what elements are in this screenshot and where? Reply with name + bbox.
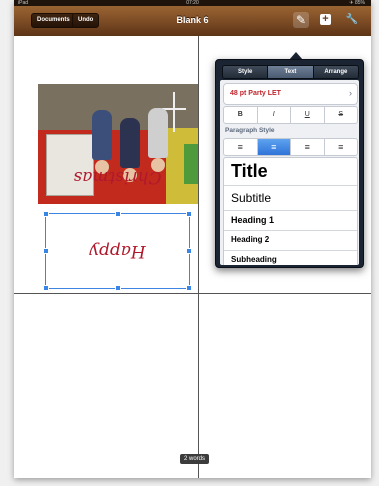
align-left-icon[interactable]: ≡ (224, 139, 258, 155)
wrench-icon[interactable]: 🔧 (344, 12, 360, 28)
photo-tree-trunk (173, 92, 175, 132)
tab-style[interactable]: Style (223, 66, 269, 78)
resize-handle-top[interactable] (115, 211, 121, 217)
font-selector[interactable]: 48 pt Party LET › (223, 83, 358, 105)
style-item-heading-1[interactable]: Heading 1 (224, 211, 357, 231)
style-item-heading-2[interactable]: Heading 2 (224, 231, 357, 251)
text-style-buttons: B I U S (223, 106, 358, 124)
horizontal-guide (14, 293, 371, 294)
chevron-right-icon: › (349, 88, 352, 98)
style-item-subheading[interactable]: Subheading (224, 251, 357, 265)
tab-text[interactable]: Text (268, 66, 314, 78)
bold-button[interactable]: B (224, 107, 258, 123)
align-center-icon[interactable]: ≡ (257, 139, 291, 155)
paragraph-style-label: Paragraph Style (225, 127, 275, 134)
font-label: 48 pt Party LET (230, 90, 281, 97)
underline-button[interactable]: U (291, 107, 325, 123)
resize-handle-left[interactable] (43, 248, 49, 254)
style-label-title: Title (231, 161, 268, 181)
greeting-text-box[interactable]: Happy Christmas (43, 167, 192, 291)
alignment-buttons: ≡ ≡ ≡ ≡ (223, 138, 358, 156)
popover-body: 48 pt Party LET › B I U S Paragraph Styl… (220, 80, 359, 265)
popover-tabs: Style Text Arrange (222, 65, 359, 79)
resize-handle-bottom[interactable] (115, 285, 121, 291)
greeting-text[interactable]: Happy Christmas (46, 167, 189, 288)
italic-button[interactable]: I (258, 107, 291, 123)
resize-handle-right[interactable] (186, 248, 192, 254)
align-justify-icon[interactable]: ≡ (325, 139, 358, 155)
style-item-subtitle[interactable]: Subtitle (224, 186, 357, 211)
photo-green-panel (184, 144, 198, 184)
style-label-heading-1: Heading 1 (231, 215, 275, 225)
vertical-guide (198, 36, 199, 478)
align-right-icon[interactable]: ≡ (291, 139, 325, 155)
toolbar: Documents Undo Blank 6 ✎ + 🔧 (14, 6, 371, 37)
resize-handle-top-right[interactable] (186, 211, 192, 217)
paragraph-style-list: Title Subtitle Heading 1 Heading 2 Subhe… (223, 157, 358, 265)
resize-handle-top-left[interactable] (43, 211, 49, 217)
resize-handle-bottom-right[interactable] (186, 285, 192, 291)
style-label-heading-2: Heading 2 (231, 235, 270, 244)
style-label-subheading: Subheading (231, 255, 277, 264)
word-count-badge: 2 words (180, 454, 210, 464)
strikethrough-button[interactable]: S (325, 107, 358, 123)
format-popover: Style Text Arrange 48 pt Party LET › B I… (215, 59, 364, 268)
tab-arrange[interactable]: Arrange (313, 66, 358, 78)
style-label-subtitle: Subtitle (231, 191, 272, 205)
resize-handle-bottom-left[interactable] (43, 285, 49, 291)
document-title: Blank 6 (176, 15, 209, 25)
format-brush-icon[interactable]: ✎ (293, 12, 309, 28)
style-item-title[interactable]: Title (224, 158, 357, 186)
add-media-icon[interactable]: + (320, 14, 331, 25)
